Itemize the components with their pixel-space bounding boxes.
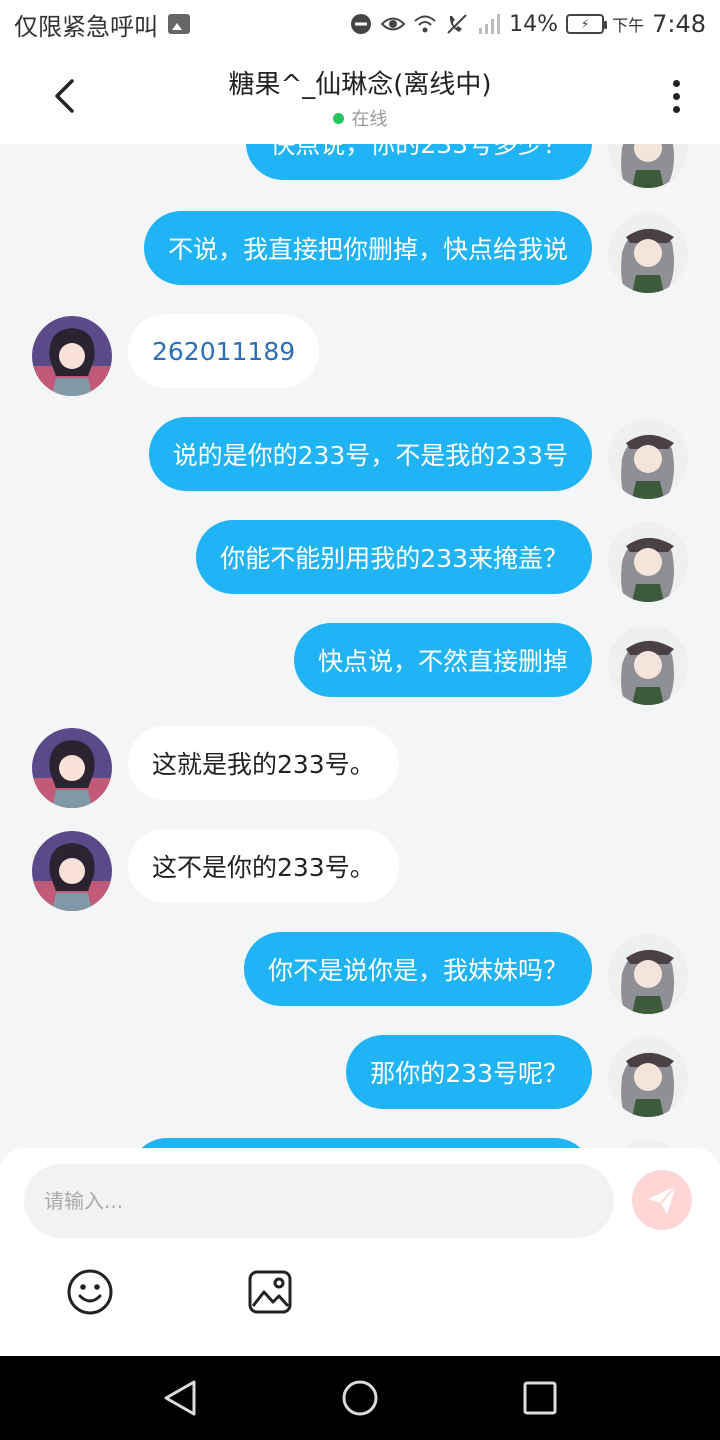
battery-charging-icon: ⚡ [566, 14, 608, 34]
composer [0, 1148, 720, 1356]
message-bubble-outgoing[interactable]: 你不是说你是，我妹妹吗？ [243, 932, 592, 1006]
more-button[interactable] [662, 74, 690, 118]
self-avatar[interactable] [608, 213, 688, 293]
self-avatar[interactable] [608, 144, 688, 188]
chat-title: 糖果^_仙琳念(离线中) [228, 70, 492, 100]
more-dot [672, 79, 680, 87]
emoji-icon [67, 1269, 113, 1315]
gallery-notification-icon [168, 14, 190, 34]
message-row: 不说，我直接把你删掉，快点给我说 [0, 211, 720, 293]
online-dot-icon [332, 112, 344, 124]
clock: 7:48 [652, 10, 706, 38]
message-row: 快点说，不然直接删掉 [0, 623, 720, 705]
message-bubble-incoming[interactable]: 这就是我的233号。 [128, 726, 399, 800]
message-row: 这就是我的233号。 [0, 726, 720, 808]
self-avatar[interactable] [608, 625, 688, 705]
online-status: 在线 [332, 105, 388, 131]
more-dot [672, 105, 680, 113]
nav-home-button[interactable] [340, 1378, 380, 1418]
square-recents-icon [523, 1381, 557, 1415]
carrier-text: 仅限紧急呼叫 [14, 12, 158, 41]
message-bubble-outgoing[interactable]: 快点说，不然直接删掉 [293, 623, 592, 697]
self-avatar[interactable] [608, 1140, 688, 1148]
message-list[interactable]: 快点说，你的233号多少？ 不说，我直接把你删掉，快点给我说 262011189… [0, 144, 720, 1148]
contact-avatar[interactable] [32, 316, 112, 396]
triangle-back-icon [164, 1380, 196, 1416]
chevron-left-icon [55, 79, 74, 113]
signal-icon [477, 12, 501, 36]
do-not-disturb-icon [349, 12, 373, 36]
self-avatar[interactable] [608, 522, 688, 602]
self-avatar[interactable] [608, 1037, 688, 1117]
message-input[interactable] [24, 1164, 614, 1238]
status-bar: 仅限紧急呼叫 14% ⚡ 下午 7:48 [0, 0, 720, 48]
message-bubble-outgoing[interactable]: 说的是你的233号，不是我的233号 [148, 417, 592, 491]
message-row: 那你的233号呢？ [0, 1035, 720, 1117]
chat-header: 糖果^_仙琳念(离线中) 在线 [0, 48, 720, 144]
chat-title-block: 糖果^_仙琳念(离线中) 在线 [120, 64, 600, 131]
emoji-button[interactable] [66, 1268, 114, 1316]
message-row: 你能不能别用我的233来掩盖？ [0, 520, 720, 602]
message-bubble-outgoing[interactable] [130, 1138, 592, 1148]
message-bubble-outgoing[interactable]: 不说，我直接把你删掉，快点给我说 [143, 211, 592, 285]
message-bubble-incoming[interactable]: 这不是你的233号。 [128, 829, 399, 903]
system-navigation-bar [0, 1356, 720, 1440]
image-button[interactable] [246, 1268, 294, 1316]
online-status-label: 在线 [351, 109, 388, 130]
message-row: 说的是你的233号，不是我的233号 [0, 417, 720, 499]
message-bubble-incoming[interactable]: 262011189 [128, 314, 320, 388]
more-dot [672, 92, 680, 100]
message-bubble-outgoing[interactable]: 那你的233号呢？ [346, 1035, 592, 1109]
image-icon [248, 1270, 292, 1314]
battery-percent: 14% [509, 11, 559, 37]
self-avatar[interactable] [608, 934, 688, 1014]
send-icon [648, 1185, 677, 1214]
back-button[interactable] [44, 74, 84, 118]
nav-back-button[interactable] [160, 1378, 200, 1418]
message-row: 这不是你的233号。 [0, 829, 720, 911]
contact-avatar[interactable] [32, 831, 112, 911]
circle-home-icon [342, 1380, 378, 1416]
contact-avatar[interactable] [32, 728, 112, 808]
self-avatar[interactable] [608, 419, 688, 499]
wifi-icon [413, 12, 437, 36]
time-prefix: 下午 [612, 16, 645, 35]
eye-icon [381, 12, 406, 36]
send-button[interactable] [632, 1170, 692, 1230]
message-row: 快点说，你的233号多少？ [0, 144, 720, 188]
message-row-partial [0, 1138, 720, 1148]
message-row: 262011189 [0, 314, 720, 396]
no-call-icon [445, 12, 469, 36]
nav-recents-button[interactable] [520, 1378, 560, 1418]
message-bubble-outgoing[interactable]: 你能不能别用我的233来掩盖？ [196, 520, 592, 594]
message-bubble-outgoing[interactable]: 快点说，你的233号多少？ [246, 144, 592, 180]
message-row: 你不是说你是，我妹妹吗？ [0, 932, 720, 1014]
